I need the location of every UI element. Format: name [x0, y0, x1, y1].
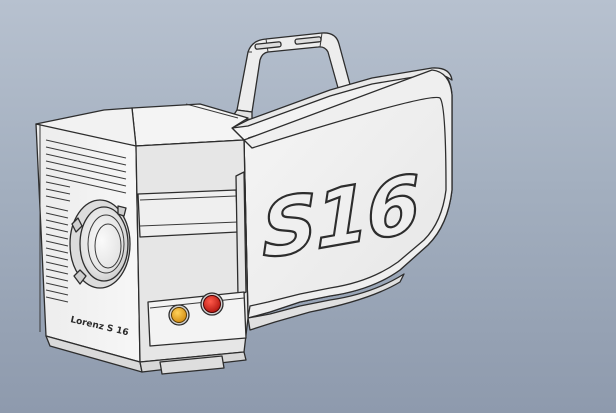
indicator-lamp-amber[interactable] [168, 304, 190, 326]
camera-model-drawing: S16 Lorenz S 16 [35, 32, 453, 375]
cad-viewport[interactable]: S16 Lorenz S 16 [0, 0, 616, 413]
indicator-lamp-red[interactable] [200, 292, 224, 316]
lens-mount-icon[interactable] [69, 199, 131, 289]
